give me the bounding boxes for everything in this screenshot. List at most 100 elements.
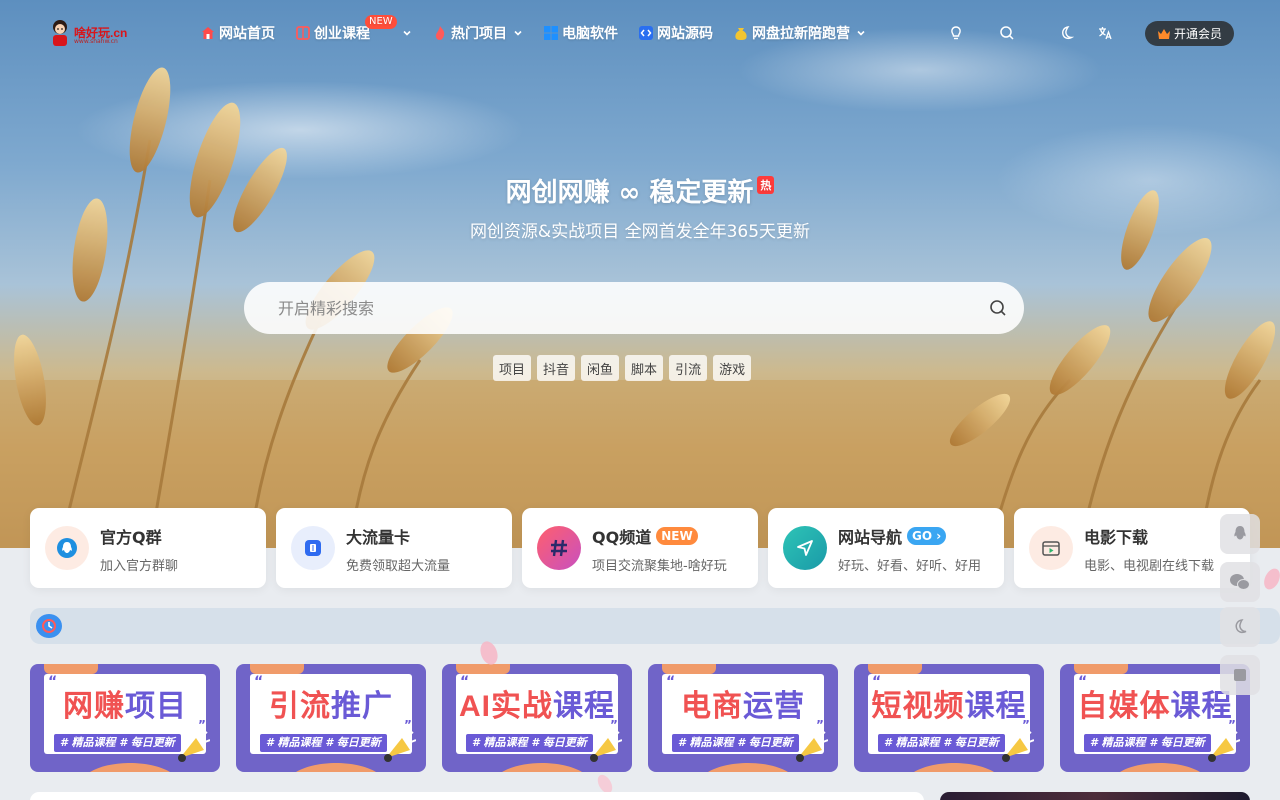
nav-item-hot-projects[interactable]: 热门项目 (432, 23, 523, 43)
banner-title: AI实战课程 (459, 690, 615, 723)
qq-icon (1234, 526, 1246, 540)
code-icon (639, 26, 653, 40)
nav-item-source-code[interactable]: 网站源码 (638, 23, 713, 43)
translate-button[interactable] (1091, 20, 1119, 46)
search-input[interactable] (244, 282, 972, 334)
banner-wave (296, 763, 376, 772)
moon-icon (1062, 26, 1074, 40)
hero-title: 网创网赚 ∞ 稳定更新热 (0, 172, 1280, 209)
search-icon (990, 300, 1006, 316)
banner-subtitle: # 精品课程 # 每日更新 (260, 734, 387, 752)
nav-item-label: 电脑软件 (562, 26, 618, 42)
banner-course[interactable]: “ 引流推广 ” # 精品课程 # 每日更新 (236, 664, 426, 772)
card-data-sim[interactable]: 大流量卡 免费领取超大流量 (276, 508, 512, 588)
quote-mark-icon: “ (872, 674, 882, 690)
sim-card-icon (291, 526, 335, 570)
card-title: 官方Q群 (100, 528, 162, 547)
hashtag-icon (537, 526, 581, 570)
translate-icon (1099, 27, 1112, 40)
banner-course[interactable]: “ 网赚项目 ” # 精品课程 # 每日更新 (30, 664, 220, 772)
sidebar-banner (940, 792, 1250, 800)
card-site-navigation[interactable]: 网站导航 GO › 好玩、好看、好听、好用 (768, 508, 1004, 588)
vip-button[interactable]: 开通会员 (1145, 21, 1234, 46)
side-wechat-button[interactable] (1220, 562, 1260, 602)
hot-tag[interactable]: 游戏 (713, 355, 752, 381)
hot-tag[interactable]: 闲鱼 (581, 355, 620, 381)
top-header: 啥好玩.cn www.shahw.cn 网站首页 创业课程 NEW 热门项目 电… (0, 0, 1280, 66)
video-icon (1029, 526, 1073, 570)
quote-mark-icon: “ (460, 674, 470, 690)
nav-item-software[interactable]: 电脑软件 (543, 23, 618, 43)
search-submit-button[interactable] (972, 282, 1024, 334)
fire-icon (435, 26, 445, 40)
side-dark-mode-button[interactable] (1220, 607, 1260, 647)
nav-item-home[interactable]: 网站首页 (200, 23, 275, 43)
main-nav: 网站首页 创业课程 NEW 热门项目 电脑软件 网站源码 网盘拉新陪跑营 (200, 15, 886, 44)
hot-search-tags: 项目 抖音 闲鱼 脚本 引流 游戏 (493, 355, 757, 381)
banner-title: 引流推广 (269, 690, 393, 723)
hot-tag[interactable]: 项目 (493, 355, 532, 381)
hot-tag[interactable]: 引流 (669, 355, 708, 381)
site-logo[interactable]: 啥好玩.cn www.shahw.cn (44, 16, 136, 52)
notice-bar[interactable] (30, 608, 1280, 644)
hot-tag[interactable]: 脚本 (625, 355, 664, 381)
wheat-field-illustration (0, 67, 1280, 548)
nav-item-courses[interactable]: 创业课程 NEW (295, 15, 412, 43)
card-desc: 电影、电视剧在线下载 (1084, 559, 1215, 574)
card-movie-download[interactable]: 电影下载 电影、电视剧在线下载 (1014, 508, 1250, 588)
hero-title-text: 网创网赚 ∞ 稳定更新 (505, 178, 754, 208)
card-desc: 项目交流聚集地-啥好玩 (592, 559, 727, 574)
logo-url: www.shahw.cn (74, 38, 118, 45)
banner-decoration (250, 664, 304, 674)
banner-decoration (868, 664, 922, 674)
card-title: 大流量卡 (346, 528, 411, 547)
card-title: 网站导航 GO › (838, 524, 947, 548)
card-title: 电影下载 (1084, 528, 1149, 547)
wechat-icon (1230, 574, 1250, 590)
quote-mark-icon: “ (254, 674, 264, 690)
banner-subtitle: # 精品课程 # 每日更新 (466, 734, 593, 752)
banner-decoration (662, 664, 716, 674)
search-icon (1000, 26, 1014, 40)
banner-wave (1120, 763, 1200, 772)
nav-item-label: 网盘拉新陪跑营 (752, 26, 850, 42)
banner-decoration (44, 664, 98, 674)
dark-mode-button[interactable] (1052, 20, 1080, 46)
banner-course[interactable]: “ 短视频课程 ” # 精品课程 # 每日更新 (854, 664, 1044, 772)
moon-icon (1235, 619, 1247, 634)
banner-wave (502, 763, 582, 772)
banner-course[interactable]: “ 电商运营 ” # 精品课程 # 每日更新 (648, 664, 838, 772)
content-panel (30, 792, 924, 800)
card-official-qq-group[interactable]: 官方Q群 加入官方群聊 (30, 508, 266, 588)
hero-search-box (244, 282, 1024, 334)
side-qq-button[interactable] (1220, 514, 1260, 554)
lightbulb-icon (951, 26, 961, 40)
hot-badge: 热 (757, 176, 775, 194)
banner-subtitle: # 精品课程 # 每日更新 (878, 734, 1005, 752)
banner-subtitle: # 精品课程 # 每日更新 (1084, 734, 1211, 752)
nav-item-label: 网站源码 (657, 26, 713, 42)
petal-decoration (480, 641, 498, 665)
banner-subtitle: # 精品课程 # 每日更新 (54, 734, 181, 752)
search-button[interactable] (993, 20, 1021, 46)
lightbulb-button[interactable] (942, 20, 970, 46)
crown-icon (1157, 28, 1170, 39)
nav-item-label: 热门项目 (451, 26, 507, 42)
banner-wave (90, 763, 170, 772)
card-title: QQ频道 NEW (592, 524, 698, 548)
banner-course[interactable]: “ AI实战课程 ” # 精品课程 # 每日更新 (442, 664, 632, 772)
card-desc: 免费领取超大流量 (346, 559, 451, 574)
feature-cards: 官方Q群 加入官方群聊 大流量卡 免费领取超大流量 QQ频道 NEW 项目交流聚集… (30, 508, 1250, 588)
petal-decoration (1264, 568, 1280, 590)
side-more-button[interactable] (1220, 655, 1260, 695)
nav-item-netdisk-camp[interactable]: 网盘拉新陪跑营 (733, 23, 866, 43)
banner-title: 自媒体课程 (1077, 690, 1233, 723)
hot-tag[interactable]: 抖音 (537, 355, 576, 381)
quote-mark-icon: “ (48, 674, 58, 690)
quote-mark-icon: “ (666, 674, 676, 690)
logo-mascot-icon (53, 20, 67, 46)
go-badge: GO › (907, 527, 947, 545)
card-qq-channel[interactable]: QQ频道 NEW 项目交流聚集地-啥好玩 (522, 508, 758, 588)
new-badge: NEW (656, 527, 698, 545)
nav-item-label: 创业课程 (314, 26, 370, 42)
